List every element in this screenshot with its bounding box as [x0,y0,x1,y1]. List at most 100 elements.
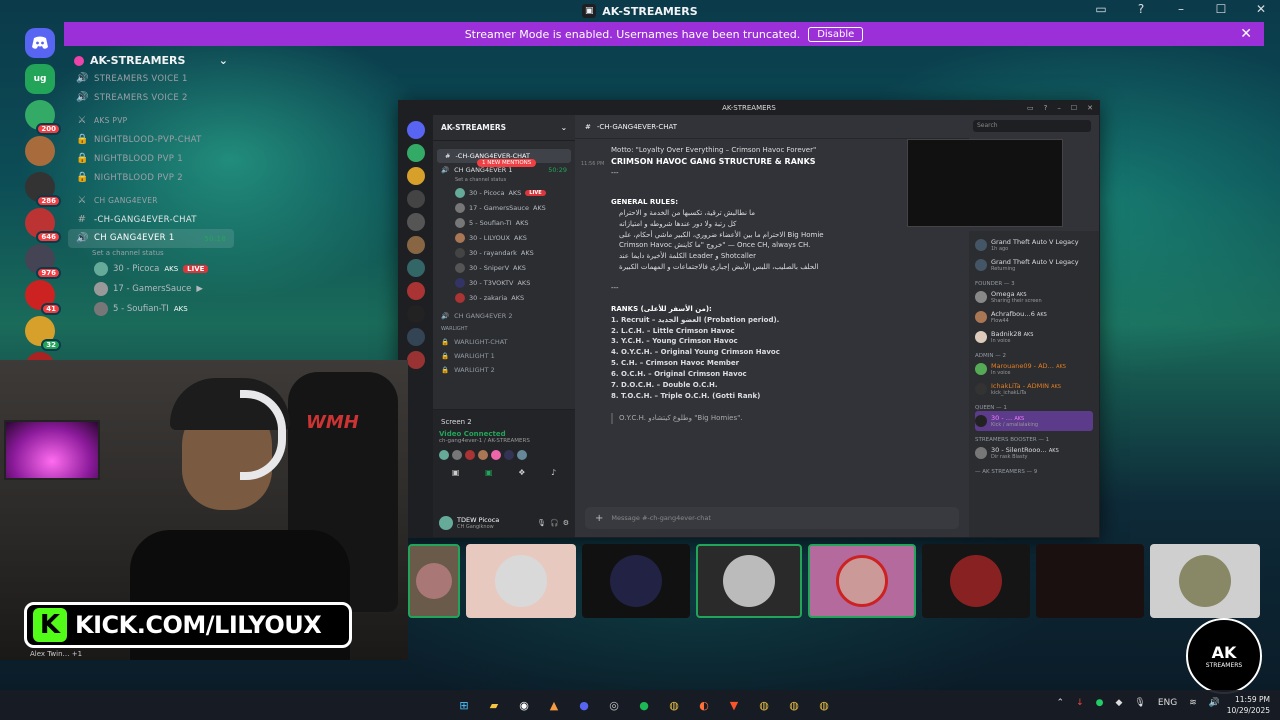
download-icon[interactable]: ↓ [1076,698,1084,708]
guild-header[interactable]: AK-STREAMERS ⌄ [68,52,234,69]
chrome-icon[interactable]: ◍ [662,693,686,717]
category-aks-pvp[interactable]: ⚔ AKS PVP [68,107,234,130]
steam-icon[interactable]: ◎ [602,693,626,717]
discord-home-button[interactable] [25,28,55,58]
chrome-icon[interactable]: ◍ [752,693,776,717]
listener-label: Alex Twin… +1 [30,650,83,658]
volume-icon[interactable]: 🔊 [1209,698,1220,708]
member-row: 30 - … AKS Kick / amalialaking [975,411,1093,431]
participant-tile[interactable] [582,544,690,618]
server-icon [407,282,425,300]
rank-item: 7. D.O.C.H. – Double O.C.H. [611,380,718,389]
voice-user[interactable]: 5 - Soufian-TI AKS [68,299,234,319]
file-explorer-icon[interactable]: ▰ [482,693,506,717]
inner-titlebar: AK-STREAMERS ▭? – ☐ ✕ [399,101,1099,115]
tray-app-icon[interactable]: ● [1096,698,1104,708]
banner-close-icon[interactable]: ✕ [1240,26,1252,42]
language-indicator[interactable]: ENG [1158,698,1177,708]
discord-app-icon[interactable]: ● [572,693,596,717]
banner-text: Streamer Mode is enabled. Usernames have… [464,27,801,41]
soundboard-icon: ♪ [551,468,557,477]
chevron-up-icon[interactable]: ⌃ [1057,698,1065,708]
participant-tile[interactable] [466,544,576,618]
server-icon-3[interactable]: 286 [25,172,61,207]
rank-item: 6. O.C.H. – Original Crimson Havoc [611,369,747,378]
lock-icon: 🔒 [76,153,89,164]
minimize-button[interactable]: – [1172,2,1190,16]
inner-message-composer: + Message #-ch-gang4ever-chat [585,507,959,529]
server-icon [407,213,425,231]
participant-tile[interactable] [1150,544,1260,618]
channel-ch-gang4ever-1[interactable]: 🔊 CH GANG4EVER 1 50:18 [68,229,234,248]
server-icon-6[interactable]: 41 [25,280,61,315]
participant-tile[interactable] [922,544,1030,618]
channel-ch-gang4ever-chat[interactable]: # -CH-GANG4EVER-CHAT [68,210,234,229]
swords-icon: ⚔ [77,115,87,126]
server-icon-2[interactable] [25,136,55,166]
speaker-icon: 🔊 [76,233,89,244]
ranks-title: RANKS (من الأسفر للأعلى): [611,304,712,313]
notification-badge: 41 [41,303,61,315]
inner-channel: 🔒 WARLIGHT 1 [441,352,495,360]
chrome-icon[interactable]: ◍ [782,693,806,717]
speaker-icon: 🔊 [441,312,450,320]
brave-icon[interactable]: ▼ [722,693,746,717]
category-ch-gang4ever[interactable]: ⚔ CH GANG4EVER [68,187,234,210]
inner-voice-user: 30 - Picoca AKS LIVE [433,185,575,200]
maximize-button[interactable]: ☐ [1212,2,1230,16]
inner-voice-user: 30 - SniperV AKS [433,260,575,275]
channel-nightblood-pvp-2[interactable]: 🔒 NIGHTBLOOD PVP 2 [68,168,234,187]
channel-nightblood-pvp-1[interactable]: 🔒 NIGHTBLOOD PVP 1 [68,149,234,168]
server-icon [407,144,425,162]
firefox-icon[interactable]: ◐ [692,693,716,717]
rule-item: الكلمة الأخيرة دايما عند Leader و Shotca… [619,252,756,261]
mic-icon: 🎙 [537,519,546,527]
chrome-icon[interactable]: ◍ [812,693,836,717]
help-icon: ? [1043,104,1048,112]
participant-tile[interactable] [1036,544,1144,618]
new-mentions-pill: 1 NEW MENTIONS [477,159,537,167]
participant-tile[interactable] [696,544,802,618]
channel-status[interactable]: Set a channel status [68,248,234,259]
kick-url-banner: K KICK.COM/LILYOUX [24,602,352,648]
close-button[interactable]: ✕ [1252,2,1270,16]
taskbar-clock[interactable]: 11:59 PM 10/29/2025 [1227,694,1270,717]
mic-icon[interactable]: 🎙 [1134,698,1145,708]
video-icon: ▶ [196,284,203,294]
help-icon[interactable]: ? [1132,2,1150,16]
channel-streamers-voice-2[interactable]: 🔊 STREAMERS VOICE 2 [68,88,234,107]
notification-badge: 646 [36,231,61,243]
server-icon-1[interactable]: 200 [25,100,61,135]
rank-item: 5. C.H. – Crimson Havoc Member [611,359,740,368]
lock-icon: 🔒 [441,338,450,346]
wifi-icon[interactable]: ≋ [1189,698,1197,708]
participant-tile[interactable] [808,544,916,618]
participant-tile[interactable] [408,544,460,618]
inner-voice-user: 30 - LILYOUX AKS [433,230,575,245]
voice-user[interactable]: 17 - GamersSauce ▶ [68,279,234,299]
voice-user[interactable]: 30 - Picoca AKS LIVE [68,259,234,279]
inner-user-panel: TDEW Picoca CH Gangiknow 🎙 🎧 ⚙ [433,509,575,537]
server-icon-5[interactable]: 976 [25,244,61,279]
inner-search-box: Search [973,120,1091,132]
tray-app-icon[interactable]: ◆ [1115,698,1122,708]
notification-badge: 976 [36,267,61,279]
windows-start-icon[interactable]: ⊞ [452,693,476,717]
channel-streamers-voice-1[interactable]: 🔊 STREAMERS VOICE 1 [68,69,234,88]
discord-taskbar-icon[interactable]: ◉ [512,693,536,717]
voice-timer: 50:18 [204,234,226,243]
minimize-icon: – [1057,104,1061,112]
server-icon-4[interactable]: 646 [25,208,61,243]
avatar [94,282,108,296]
rank-item: 1. Recruit – العضو الجديد (Probation per… [611,315,780,324]
obs-app-icon[interactable]: ▲ [542,693,566,717]
server-icon-7[interactable]: 32 [25,316,61,351]
disable-streamer-mode-button[interactable]: Disable [808,26,864,42]
spotify-icon[interactable]: ● [632,693,656,717]
channel-nightblood-pvp-chat[interactable]: 🔒 NIGHTBLOOD-PVP-CHAT [68,130,234,149]
avatar [94,262,108,276]
inbox-icon[interactable]: ▭ [1092,2,1110,16]
maximize-icon: ☐ [1070,104,1078,112]
member-row: Grand Theft Auto V Legacy 1h ago [975,235,1093,255]
server-ug[interactable]: ug [25,64,55,94]
